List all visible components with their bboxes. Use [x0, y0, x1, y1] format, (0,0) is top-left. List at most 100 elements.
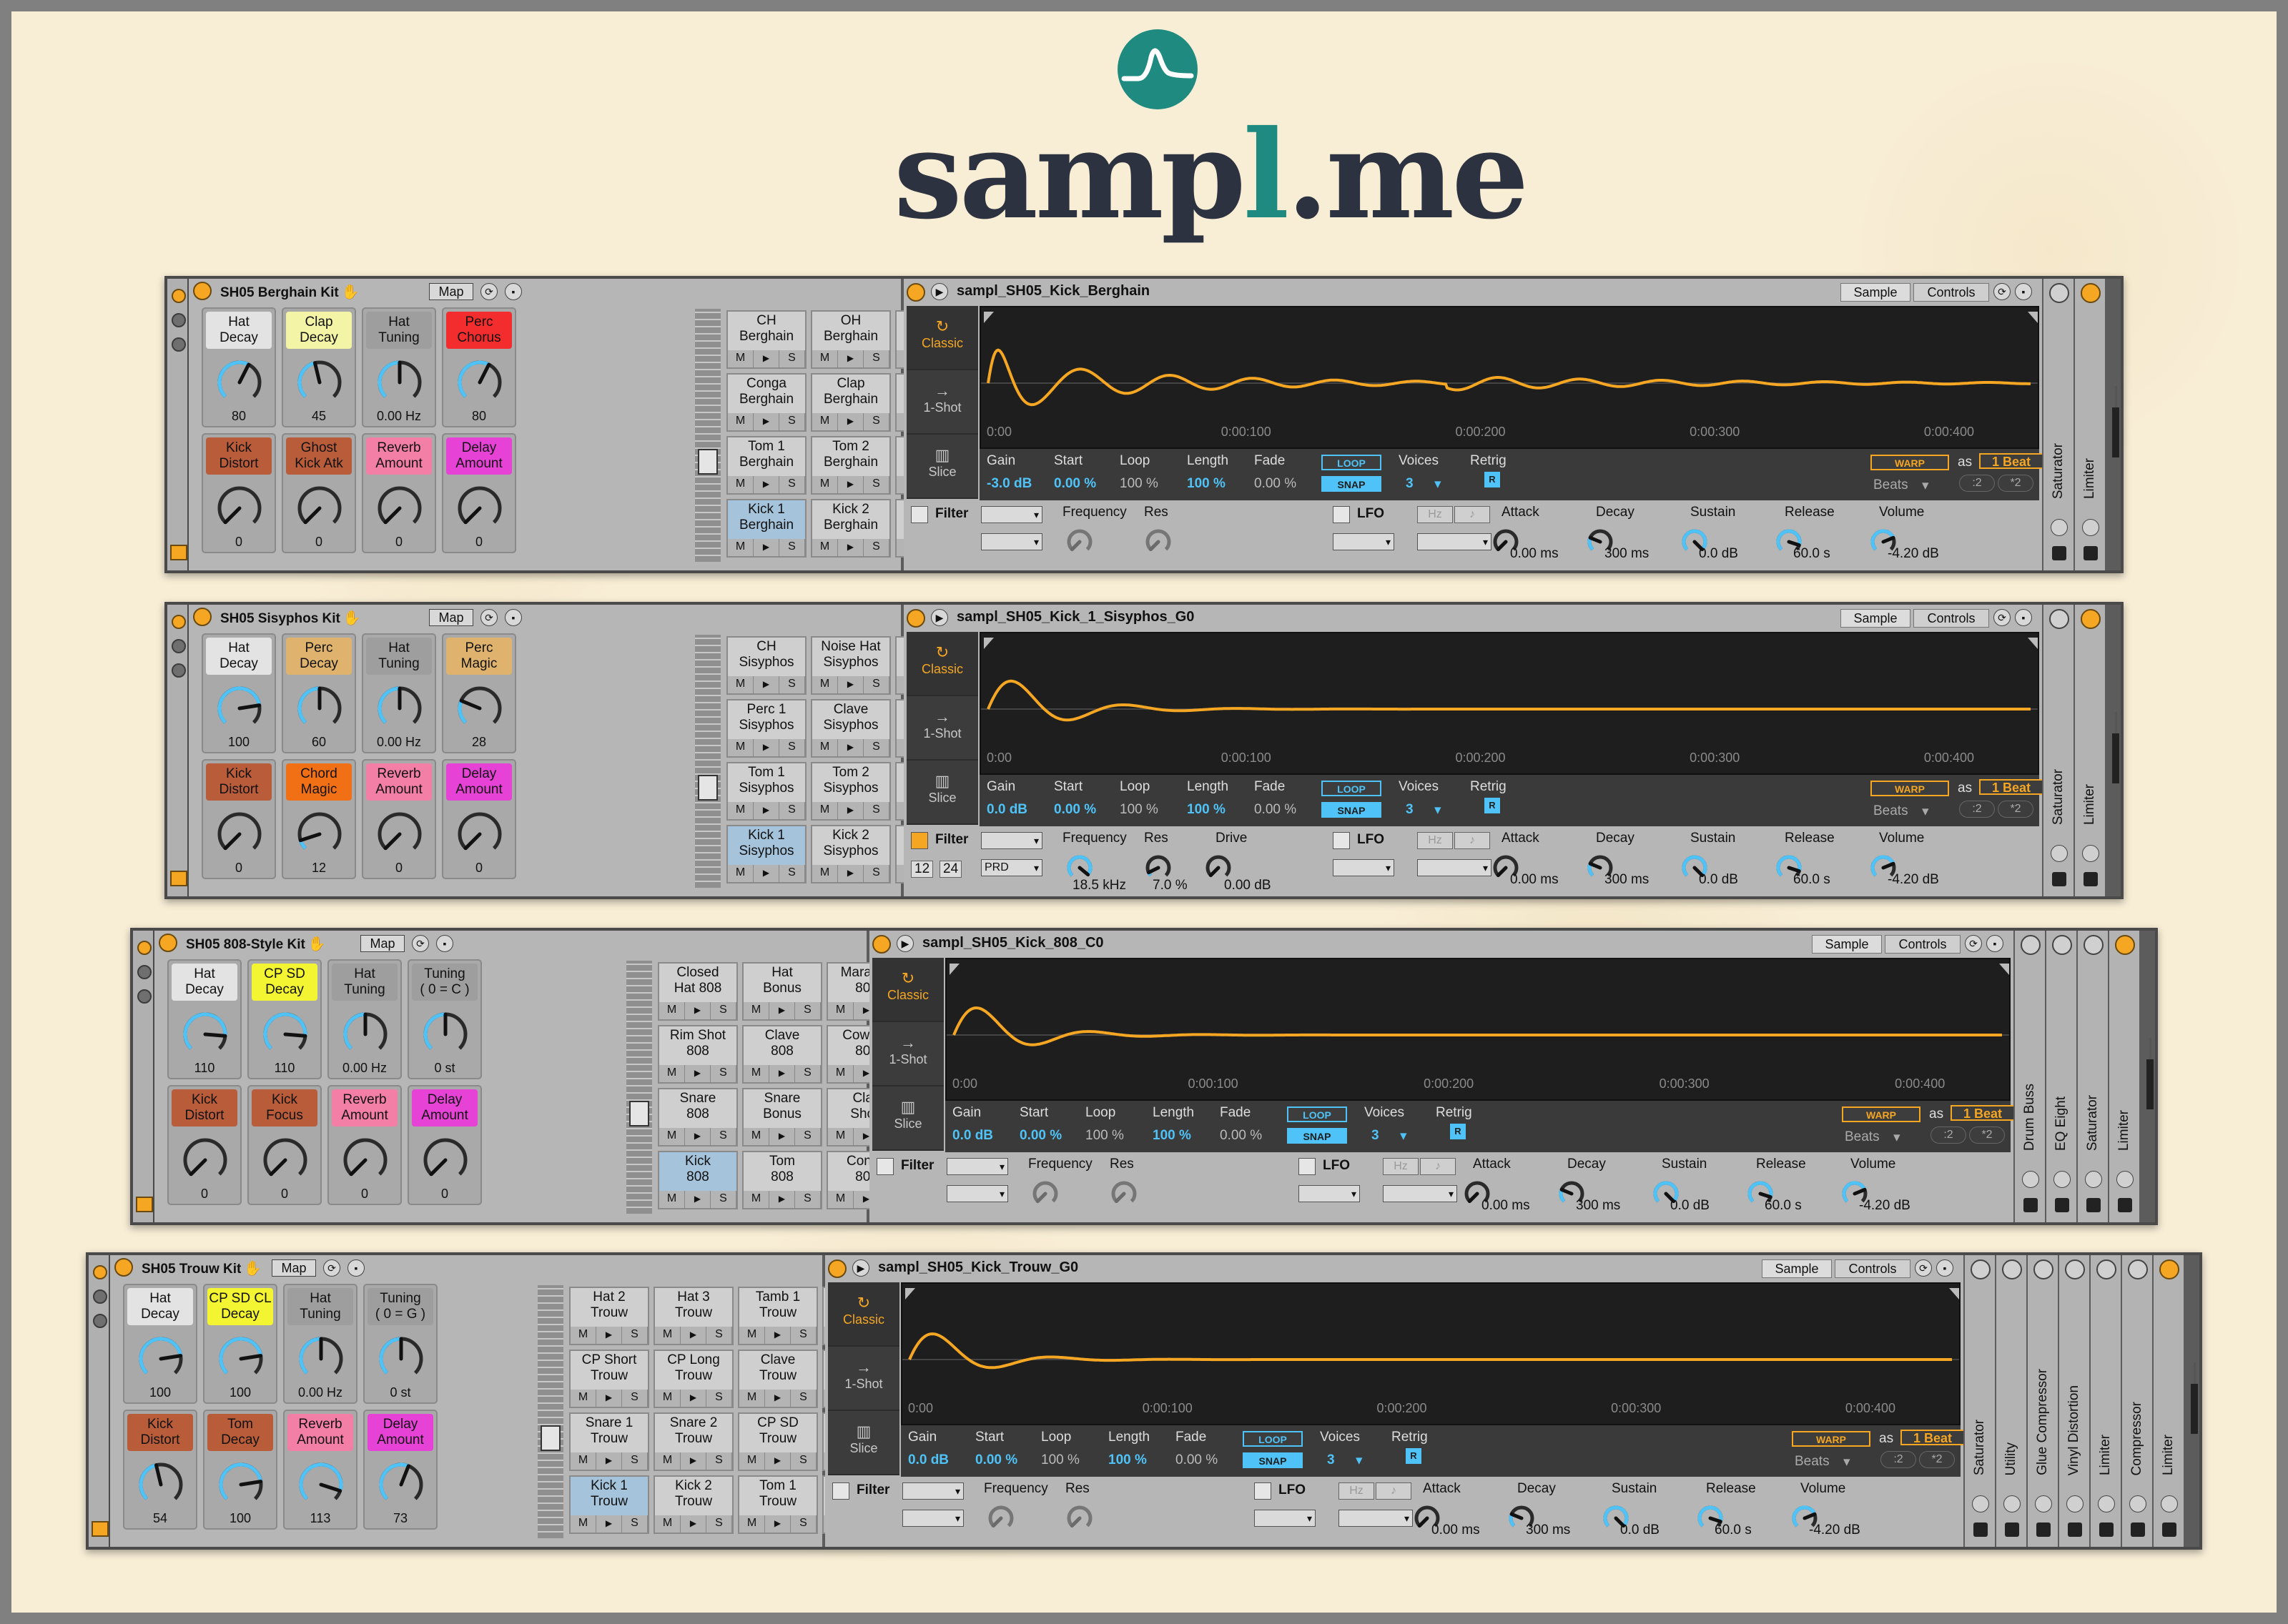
solo-button[interactable]: S — [779, 539, 805, 556]
mute-button[interactable]: M — [728, 676, 754, 693]
macro-control[interactable]: Hat Decay 100 — [123, 1284, 197, 1404]
drum-pad[interactable]: Kick 2 Berghain M ▶ S — [811, 499, 891, 558]
effect-power-icon[interactable] — [2084, 935, 2104, 955]
effect-power-icon[interactable] — [2052, 935, 2072, 955]
filter-type-dropdown[interactable] — [947, 1158, 1008, 1175]
pad-overview[interactable] — [695, 309, 721, 562]
drum-pad[interactable]: Tom 2 Sisyphos M ▶ S — [811, 762, 891, 821]
macro-control[interactable]: Reverb Amount 0 — [327, 1085, 402, 1205]
rack-macro-toggle-icon[interactable] — [93, 1265, 107, 1279]
mute-button[interactable]: M — [655, 1327, 681, 1344]
solo-button[interactable]: S — [711, 1128, 736, 1145]
macro-control[interactable]: Kick Focus 0 — [247, 1085, 322, 1205]
play-button[interactable]: ▶ — [838, 476, 864, 493]
drum-pad[interactable]: Hat 3 Trouw M ▶ S — [654, 1287, 734, 1345]
macro-control[interactable]: Hat Decay 110 — [167, 959, 242, 1079]
mode-classic[interactable]: ↻ Classic — [828, 1282, 899, 1347]
effect-hotswap-icon[interactable] — [2082, 845, 2099, 862]
effect-hotswap-icon[interactable] — [2116, 1171, 2134, 1188]
mute-button[interactable]: M — [571, 1327, 596, 1344]
play-button[interactable]: ▶ — [765, 1390, 791, 1407]
macro-knob[interactable] — [456, 685, 503, 732]
beats-dropdown-icon[interactable]: ▾ — [1893, 1129, 1900, 1146]
lfo-hz-button[interactable]: Hz — [1417, 506, 1453, 523]
mute-button[interactable]: M — [812, 865, 838, 882]
effect-power-icon[interactable] — [2081, 283, 2101, 303]
drum-pad[interactable]: CP Short Trouw M ▶ S — [569, 1350, 649, 1408]
mute-button[interactable]: M — [728, 350, 754, 367]
lfo-rate-field[interactable] — [1383, 1185, 1457, 1202]
effect-save-icon[interactable] — [2084, 872, 2098, 886]
beat-length-value[interactable]: 1 Beat — [1900, 1430, 1965, 1445]
beats-mode[interactable]: Beats — [1873, 803, 1908, 819]
lfo-rate-field[interactable] — [1417, 859, 1491, 876]
play-button[interactable]: ▶ — [769, 1002, 795, 1019]
mode-classic[interactable]: ↻ Classic — [907, 306, 978, 370]
drum-pad[interactable]: Snare 2 Trouw M ▶ S — [654, 1412, 734, 1471]
mute-button[interactable]: M — [744, 1065, 769, 1082]
rack-list-icon[interactable] — [93, 1289, 107, 1304]
loop-button[interactable]: LOOP — [1321, 781, 1381, 796]
drum-pad[interactable]: Tom 1 Trouw M ▶ S — [738, 1475, 818, 1534]
effect-save-icon[interactable] — [2036, 1522, 2051, 1537]
effect-hotswap-icon[interactable] — [1972, 1495, 1989, 1512]
play-button[interactable]: ▶ — [769, 1191, 795, 1208]
filter-toggle[interactable] — [911, 506, 928, 523]
solo-button[interactable]: S — [706, 1515, 732, 1533]
snap-button[interactable]: SNAP — [1321, 476, 1381, 492]
effect-hotswap-icon[interactable] — [2022, 1171, 2039, 1188]
mute-button[interactable]: M — [655, 1390, 681, 1407]
effect-device[interactable]: Limiter — [2074, 279, 2105, 570]
play-button[interactable]: ▶ — [685, 1065, 711, 1082]
macro-control[interactable]: Reverb Amount 0 — [362, 759, 436, 879]
lfo-toggle[interactable] — [1333, 506, 1350, 523]
macro-control[interactable]: Tuning ( 0 = C ) 0 st — [408, 959, 482, 1079]
solo-button[interactable]: S — [864, 413, 889, 430]
drum-pad[interactable]: Tom 808 M ▶ S — [742, 1151, 822, 1209]
play-button[interactable]: ▶ — [838, 802, 864, 819]
map-button[interactable]: Map — [429, 609, 473, 626]
play-button[interactable]: ▶ — [596, 1515, 622, 1533]
randomize-icon[interactable]: ⟳ — [323, 1259, 340, 1277]
macro-knob[interactable] — [137, 1335, 184, 1382]
macro-knob[interactable] — [296, 485, 343, 532]
macro-control[interactable]: Kick Distort 0 — [202, 759, 276, 879]
double-tempo-button[interactable]: *2 — [1969, 1127, 2005, 1144]
macro-control[interactable]: CP SD CL Decay 100 — [203, 1284, 277, 1404]
rack-chain-icon[interactable] — [93, 1314, 107, 1328]
waveform-display[interactable]: 0:00 0:00:100 0:00:200 0:00:300 0:00:400 — [945, 958, 2011, 1101]
solo-button[interactable]: S — [779, 865, 805, 882]
drum-pad[interactable]: OH Berghain M ▶ S — [811, 310, 891, 369]
macro-knob[interactable] — [217, 1461, 265, 1508]
drum-pad[interactable]: Perc 1 Sisyphos M ▶ S — [726, 699, 807, 758]
macro-knob[interactable] — [216, 359, 263, 406]
macro-control[interactable]: Reverb Amount 0 — [362, 433, 436, 553]
mute-button[interactable]: M — [728, 413, 754, 430]
effect-power-icon[interactable] — [2033, 1259, 2053, 1279]
macro-control[interactable]: Delay Amount 73 — [363, 1410, 438, 1530]
lfo-shape-dropdown[interactable] — [1333, 859, 1394, 876]
play-button[interactable]: ▶ — [754, 676, 779, 693]
play-button[interactable]: ▶ — [838, 676, 864, 693]
sampler-save-icon[interactable]: ▪ — [1936, 1259, 1953, 1277]
filter-circuit-dropdown[interactable] — [902, 1510, 964, 1527]
sampler-save-icon[interactable]: ▪ — [1986, 935, 2003, 952]
beat-length-value[interactable]: 1 Beat — [1979, 453, 2043, 469]
effect-hotswap-icon[interactable] — [2129, 1495, 2146, 1512]
voices-dropdown-icon[interactable]: ▾ — [1356, 1452, 1363, 1469]
rack-list-icon[interactable] — [137, 965, 152, 979]
drum-pad[interactable]: CP Long Trouw M ▶ S — [654, 1350, 734, 1408]
macro-knob[interactable] — [216, 811, 263, 858]
effect-save-icon[interactable] — [2052, 546, 2066, 560]
sampler-hotswap-icon[interactable]: ⟳ — [1915, 1259, 1932, 1277]
randomize-icon[interactable]: ⟳ — [480, 609, 498, 626]
tab-controls[interactable]: Controls — [1913, 283, 1989, 302]
lfo-toggle[interactable] — [1298, 1158, 1316, 1175]
preview-play-icon[interactable]: ▶ — [852, 1259, 869, 1277]
warp-button[interactable]: WARP — [1792, 1431, 1870, 1447]
play-button[interactable]: ▶ — [838, 539, 864, 556]
sampler-save-icon[interactable]: ▪ — [2015, 283, 2032, 300]
effect-hotswap-icon[interactable] — [2051, 519, 2068, 536]
rack-scrollbar[interactable] — [2146, 1059, 2154, 1109]
filter-toggle[interactable] — [911, 832, 928, 849]
